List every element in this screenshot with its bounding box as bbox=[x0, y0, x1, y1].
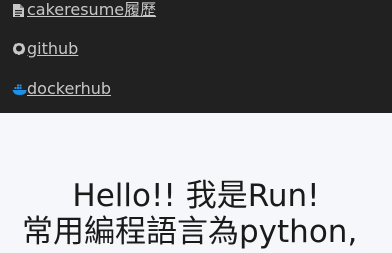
github-link-label: github bbox=[27, 39, 79, 58]
hero-greeting: Hello!! 我是Run! bbox=[72, 178, 320, 214]
cakeresume-link[interactable]: cakeresume履歷 bbox=[12, 0, 156, 20]
cakeresume-link-label: cakeresume履歷 bbox=[27, 0, 157, 19]
github-link[interactable]: github bbox=[12, 39, 78, 59]
dockerhub-link[interactable]: dockerhub bbox=[12, 79, 111, 99]
document-icon bbox=[12, 2, 26, 18]
top-nav: cakeresume履歷 github dockerhub bbox=[0, 0, 392, 113]
hero-languages-text: 常用編程語言為python, bbox=[22, 214, 358, 250]
dockerhub-link-label: dockerhub bbox=[27, 79, 112, 98]
github-icon bbox=[12, 41, 26, 57]
docker-icon bbox=[12, 81, 27, 97]
hero-section: Hello!! 我是Run! 常用編程語言為python, bbox=[0, 113, 392, 253]
